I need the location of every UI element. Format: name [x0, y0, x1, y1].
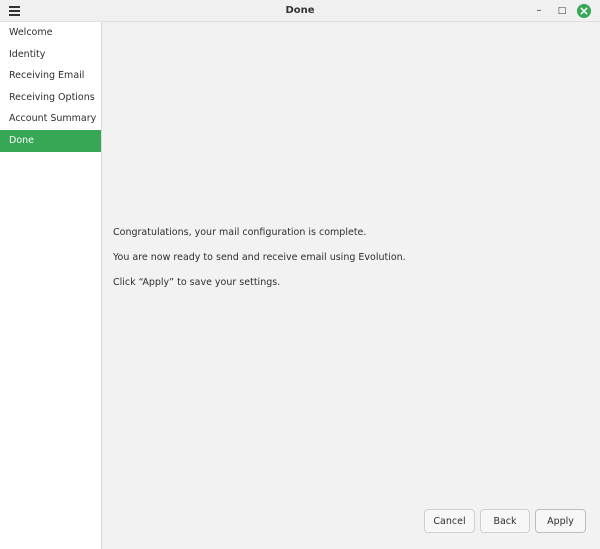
- title-bar: Done – □: [0, 0, 600, 22]
- congratulations-text: Congratulations, your mail configuration…: [113, 227, 367, 238]
- close-icon[interactable]: [577, 4, 591, 18]
- sidebar-item-receiving-options[interactable]: Receiving Options: [0, 87, 101, 109]
- main-content: Congratulations, your mail configuration…: [103, 22, 600, 549]
- sidebar-item-welcome[interactable]: Welcome: [0, 22, 101, 44]
- sidebar: Welcome Identity Receiving Email Receivi…: [0, 22, 102, 549]
- sidebar-item-identity[interactable]: Identity: [0, 44, 101, 66]
- sidebar-item-receiving-email[interactable]: Receiving Email: [0, 65, 101, 87]
- apply-button[interactable]: Apply: [535, 509, 586, 533]
- minimize-icon[interactable]: –: [528, 0, 550, 22]
- sidebar-item-done[interactable]: Done: [0, 129, 101, 152]
- maximize-icon[interactable]: □: [551, 0, 573, 22]
- cancel-button[interactable]: Cancel: [424, 509, 475, 533]
- close-glyph: [580, 7, 588, 15]
- back-button[interactable]: Back: [480, 509, 530, 533]
- sidebar-item-account-summary[interactable]: Account Summary: [0, 108, 101, 130]
- assistant-window: Done – □ Welcome Identity Receiving Emai…: [0, 0, 600, 549]
- ready-text: You are now ready to send and receive em…: [113, 252, 406, 263]
- window-title: Done: [285, 5, 315, 16]
- apply-hint-text: Click “Apply” to save your settings.: [113, 277, 281, 288]
